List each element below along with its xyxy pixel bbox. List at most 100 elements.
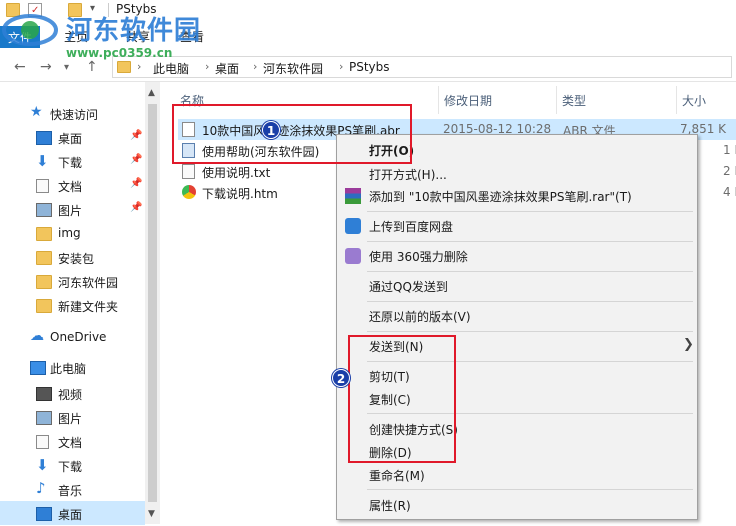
desktop-icon bbox=[36, 507, 52, 521]
download-icon: ⬇ bbox=[36, 152, 49, 170]
menu-separator bbox=[367, 271, 693, 272]
menu-item-upload-baidu[interactable]: 上传到百度网盘 bbox=[337, 214, 697, 238]
sidebar-item-label: 安装包 bbox=[58, 252, 95, 266]
pin-icon[interactable]: 📌 bbox=[130, 154, 142, 165]
menu-item-add-to-rar[interactable]: 添加到 "10款中国风墨迹涂抹效果PS笔刷.rar"(T) bbox=[337, 184, 697, 208]
breadcrumb-pstybs[interactable]: PStybs bbox=[349, 60, 390, 74]
menu-item-label: 还原以前的版本(V) bbox=[369, 310, 471, 324]
sidebar-item-desktop-pc[interactable]: 桌面 bbox=[0, 502, 145, 526]
file-size: 4 K bbox=[723, 185, 736, 199]
sidebar-item-label: 下载 bbox=[58, 156, 83, 170]
recent-dropdown-icon[interactable]: ▾ bbox=[64, 62, 69, 73]
sidebar-item-img[interactable]: img bbox=[0, 222, 145, 246]
folder-icon bbox=[36, 251, 52, 265]
breadcrumb-desktop[interactable]: 桌面 bbox=[215, 60, 239, 77]
sidebar-item-quick-access[interactable]: ★ 快速访问 bbox=[0, 102, 145, 126]
text-file-icon bbox=[182, 164, 195, 179]
file-size: 1 K bbox=[723, 143, 736, 157]
desktop-icon bbox=[36, 131, 52, 145]
breadcrumb-this-pc[interactable]: 此电脑 bbox=[153, 60, 189, 77]
menu-item-label: 使用 360强力删除 bbox=[369, 250, 468, 264]
sidebar-item-label: 音乐 bbox=[58, 484, 83, 498]
chevron-right-icon: ❯ bbox=[683, 337, 694, 352]
download-icon: ⬇ bbox=[36, 456, 49, 474]
address-bar[interactable]: › 此电脑 › 桌面 › 河东软件园 › PStybs bbox=[112, 56, 732, 78]
picture-icon bbox=[36, 411, 52, 425]
sidebar-item-documents[interactable]: 文档 📌 bbox=[0, 174, 145, 198]
column-header-date[interactable]: 修改日期 bbox=[444, 92, 492, 109]
breadcrumb-separator-icon[interactable]: › bbox=[253, 60, 257, 73]
winrar-icon bbox=[345, 188, 361, 204]
cloud-icon: ☁ bbox=[30, 328, 44, 344]
baidu-cloud-icon bbox=[345, 218, 361, 234]
sidebar-item-label: 此电脑 bbox=[50, 362, 87, 376]
sidebar-item-hedong[interactable]: 河东软件园 bbox=[0, 270, 145, 294]
menu-item-label: 打开方式(H)... bbox=[369, 168, 447, 182]
scroll-up-icon[interactable]: ▲ bbox=[148, 88, 155, 98]
star-icon: ★ bbox=[30, 104, 43, 120]
sidebar-item-onedrive[interactable]: ☁ OneDrive bbox=[0, 326, 145, 350]
annotation-badge-2: 2 bbox=[332, 369, 350, 387]
annotation-badge-1: 1 bbox=[262, 121, 280, 139]
menu-item-label: 重命名(M) bbox=[369, 469, 425, 483]
pin-icon[interactable]: 📌 bbox=[130, 202, 142, 213]
menu-item-rename[interactable]: 重命名(M) bbox=[337, 463, 697, 487]
column-header-type[interactable]: 类型 bbox=[562, 92, 586, 109]
column-header-size[interactable]: 大小 bbox=[682, 92, 706, 109]
sidebar-item-label: 快速访问 bbox=[50, 108, 99, 122]
sidebar-item-new-folder[interactable]: 新建文件夹 bbox=[0, 294, 145, 318]
sidebar-item-desktop[interactable]: 桌面 📌 bbox=[0, 126, 145, 150]
menu-item-360-delete[interactable]: 使用 360强力删除 bbox=[337, 244, 697, 268]
file-size: 2 K bbox=[723, 164, 736, 178]
menu-item-open-with[interactable]: 打开方式(H)... bbox=[337, 162, 697, 186]
watermark-logo bbox=[0, 8, 62, 48]
sidebar-item-downloads-pc[interactable]: ⬇ 下载 bbox=[0, 454, 145, 478]
sidebar-item-pictures[interactable]: 图片 📌 bbox=[0, 198, 145, 222]
pin-icon[interactable]: 📌 bbox=[130, 178, 142, 189]
sidebar-item-videos[interactable]: 视频 bbox=[0, 382, 145, 406]
file-name: 使用说明.txt bbox=[202, 166, 271, 180]
up-icon[interactable]: ↑ bbox=[86, 59, 98, 75]
watermark-url: www.pc0359.cn bbox=[66, 46, 173, 60]
pin-icon[interactable]: 📌 bbox=[130, 130, 142, 141]
sidebar-item-downloads[interactable]: ⬇ 下载 📌 bbox=[0, 150, 145, 174]
shredder-icon bbox=[345, 248, 361, 264]
sidebar-item-label: 文档 bbox=[58, 436, 83, 450]
scroll-down-icon[interactable]: ▼ bbox=[148, 509, 155, 519]
watermark-text: 河东软件园 bbox=[66, 16, 202, 46]
sidebar-item-documents-pc[interactable]: 文档 bbox=[0, 430, 145, 454]
folder-icon bbox=[36, 275, 52, 289]
breadcrumb-separator-icon[interactable]: › bbox=[339, 60, 343, 73]
menu-separator bbox=[367, 241, 693, 242]
menu-item-send-qq[interactable]: 通过QQ发送到 bbox=[337, 274, 697, 298]
folder-icon bbox=[36, 299, 52, 313]
sidebar-item-music[interactable]: ♪ 音乐 bbox=[0, 478, 145, 502]
sidebar-item-label: 河东软件园 bbox=[58, 276, 119, 290]
chrome-icon bbox=[182, 185, 196, 199]
forward-icon[interactable]: → bbox=[40, 59, 52, 75]
menu-item-restore-previous[interactable]: 还原以前的版本(V) bbox=[337, 304, 697, 328]
video-icon bbox=[36, 387, 52, 401]
music-icon: ♪ bbox=[36, 479, 46, 497]
back-icon[interactable]: ← bbox=[14, 59, 26, 75]
sidebar-item-label: 视频 bbox=[58, 388, 83, 402]
menu-item-properties[interactable]: 属性(R) bbox=[337, 493, 697, 517]
folder-icon bbox=[36, 227, 52, 241]
annotation-box-2 bbox=[348, 335, 456, 463]
sidebar-scroll-thumb[interactable] bbox=[148, 104, 157, 502]
navigation-pane: ★ 快速访问 桌面 📌 ⬇ 下载 📌 文档 📌 图片 📌 img 安装包 河东软… bbox=[0, 82, 160, 526]
sidebar-item-label: 文档 bbox=[58, 180, 83, 194]
sidebar-item-label: img bbox=[58, 226, 81, 240]
sidebar-item-pictures-pc[interactable]: 图片 bbox=[0, 406, 145, 430]
breadcrumb-separator-icon[interactable]: › bbox=[205, 60, 209, 73]
sidebar-item-label: OneDrive bbox=[50, 330, 107, 344]
sidebar-item-label: 下载 bbox=[58, 460, 83, 474]
menu-item-label: 属性(R) bbox=[369, 499, 411, 513]
breadcrumb-hedong[interactable]: 河东软件园 bbox=[263, 60, 323, 77]
file-name: 下载说明.htm bbox=[202, 187, 278, 201]
document-icon bbox=[36, 179, 49, 193]
sidebar-item-installers[interactable]: 安装包 bbox=[0, 246, 145, 270]
sidebar-item-this-pc[interactable]: 此电脑 bbox=[0, 356, 145, 380]
breadcrumb-separator-icon[interactable]: › bbox=[137, 60, 141, 73]
document-icon bbox=[36, 435, 49, 449]
